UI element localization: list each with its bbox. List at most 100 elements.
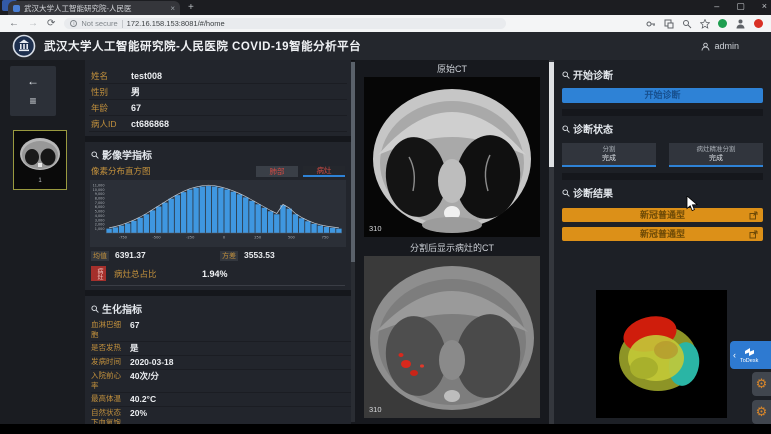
- result-label: 新冠普通型: [640, 210, 685, 220]
- segmented-ct-caption: 分割后显示病灶的CT: [355, 241, 549, 254]
- result-section-label: 诊断结果: [573, 185, 613, 200]
- result-button-2[interactable]: 新冠普通型: [562, 227, 763, 241]
- divider: [562, 173, 763, 180]
- thumbnail-index-label: 1: [38, 178, 41, 184]
- back-arrow-icon[interactable]: ←: [9, 18, 19, 29]
- new-tab-button[interactable]: +: [188, 2, 194, 13]
- refresh-icon[interactable]: ⟳: [47, 18, 55, 29]
- svg-text:8,000: 8,000: [95, 197, 105, 201]
- bio-label: 发病时间: [91, 357, 128, 367]
- side-tool-tile-1[interactable]: ⚙: [752, 372, 771, 396]
- patient-field-label: 年龄: [91, 102, 131, 114]
- address-divider: [122, 20, 123, 28]
- imaging-section-title: 影像学指标: [85, 142, 351, 165]
- magnifier-icon: [562, 125, 570, 133]
- window-maximize-button[interactable]: ▢: [736, 0, 745, 13]
- gear-icon: ⚙: [756, 376, 768, 392]
- svg-text:-250: -250: [186, 236, 195, 240]
- side-tool-tile-2[interactable]: ⚙: [752, 400, 771, 424]
- status-section-title: 诊断状态: [562, 116, 763, 139]
- original-ct-image[interactable]: 310: [364, 77, 540, 237]
- variance-stat: 方差 3553.53: [220, 250, 345, 261]
- bio-value: 40次/分: [130, 371, 159, 381]
- browser-tab[interactable]: 武汉大学人工智能研究院-人民医 ×: [8, 1, 180, 15]
- start-section-title: 开始诊断: [562, 62, 763, 85]
- profile-icon[interactable]: [735, 18, 746, 29]
- not-secure-label: Not secure: [81, 19, 117, 28]
- histogram-chart: 1,0002,0003,0004,0005,0006,0007,0008,000…: [90, 180, 346, 247]
- patient-field-value: 67: [131, 103, 141, 113]
- browser-toolbar: ← → ⟳ i Not secure 172.16.158.153:8081/#…: [0, 15, 771, 32]
- patient-row: 姓名 test008: [89, 68, 347, 84]
- left-rail: ← ≡ 1: [0, 60, 85, 424]
- key-icon[interactable]: [646, 19, 656, 29]
- mean-stat: 均值 6391.37: [91, 250, 216, 261]
- back-icon[interactable]: ←: [27, 75, 39, 87]
- lesion-3d-render[interactable]: [596, 290, 727, 418]
- user-menu[interactable]: admin: [701, 41, 739, 51]
- magnifier-icon: [562, 189, 570, 197]
- status-state: 完成: [709, 154, 723, 163]
- bio-section-label: 生化指标: [102, 301, 142, 316]
- status-lesion-segmentation: 病灶精准分割 完成: [669, 143, 763, 167]
- translate-icon[interactable]: [664, 19, 674, 29]
- svg-text:7,000: 7,000: [95, 201, 105, 205]
- site-info-icon[interactable]: i: [70, 20, 77, 27]
- mean-label: 均值: [91, 251, 109, 261]
- patient-field-label: 姓名: [91, 70, 131, 82]
- bookmark-star-icon[interactable]: [700, 19, 710, 29]
- result-label: 新冠普通型: [640, 229, 685, 239]
- bio-row: 发病时间 2020-03-18: [91, 356, 351, 370]
- result-button-1[interactable]: 新冠普通型: [562, 208, 763, 222]
- segmented-ct-image[interactable]: 310: [364, 256, 540, 418]
- bio-value: 67: [130, 320, 139, 330]
- diagnosis-panel: 开始诊断 开始诊断 诊断状态 分割 完成 病灶精准分割 完成: [554, 60, 771, 424]
- original-ct-caption: 原始CT: [355, 62, 549, 75]
- todesk-widget[interactable]: ‹ ToDesk: [730, 341, 771, 369]
- app-logo-icon: [12, 34, 36, 58]
- start-diagnosis-button[interactable]: 开始诊断: [562, 88, 763, 103]
- collapse-arrow-icon[interactable]: ‹: [733, 350, 736, 360]
- window-close-button[interactable]: ×: [762, 0, 767, 13]
- mouse-cursor: [686, 196, 700, 212]
- bio-row: 血淋巴细胞 67: [91, 319, 351, 342]
- extension-badge-icon[interactable]: [754, 19, 763, 28]
- svg-text:3,000: 3,000: [95, 218, 105, 222]
- rail-toolbox: ← ≡: [10, 66, 56, 116]
- tab-lung[interactable]: 肺部: [256, 166, 298, 177]
- menu-hamburger-icon[interactable]: ≡: [29, 95, 36, 107]
- zoom-icon[interactable]: [682, 19, 692, 29]
- window-minimize-button[interactable]: –: [714, 0, 719, 13]
- tab-close-icon[interactable]: ×: [170, 4, 175, 13]
- start-section-label: 开始诊断: [573, 67, 613, 82]
- magnifier-icon: [562, 71, 570, 79]
- variance-label: 方差: [220, 251, 238, 261]
- bio-row: 最高体温 40.2°C: [91, 393, 351, 407]
- patient-field-label: 病人ID: [91, 118, 131, 130]
- bio-label: 入院前心率: [91, 371, 128, 391]
- bio-value: 2020-03-18: [130, 357, 173, 367]
- status-name: 分割: [603, 146, 616, 154]
- patient-info: 姓名 test008 性别 男 年龄 67 病人ID: [85, 60, 351, 132]
- svg-text:2,000: 2,000: [95, 223, 105, 227]
- address-bar[interactable]: i Not secure 172.16.158.153:8081/#/home: [64, 18, 506, 29]
- svg-text:0: 0: [223, 236, 226, 240]
- main-content: ← ≡ 1 姓名: [0, 60, 771, 424]
- bio-label: 最高体温: [91, 394, 128, 404]
- avatar[interactable]: [718, 19, 727, 28]
- bio-value: 20%: [130, 408, 147, 418]
- svg-text:-750: -750: [119, 236, 128, 240]
- lesion-ratio-value: 1.94%: [202, 269, 228, 279]
- slice-number-bottom: 310: [369, 405, 382, 414]
- ct-thumbnail[interactable]: 1: [13, 130, 67, 190]
- svg-text:4,000: 4,000: [95, 214, 105, 218]
- svg-text:9,000: 9,000: [95, 192, 105, 196]
- status-section-label: 诊断状态: [573, 121, 613, 136]
- forward-arrow-icon[interactable]: →: [28, 18, 38, 29]
- bottom-bar: [0, 424, 771, 434]
- page-title: 武汉大学人工智能研究院-人民医院 COVID-19智能分析平台: [44, 38, 361, 54]
- bio-row: 入院前心率 40次/分: [91, 370, 351, 393]
- todesk-logo-icon: [743, 347, 755, 357]
- imaging-section-label: 影像学指标: [102, 147, 152, 162]
- tab-lesion[interactable]: 病灶: [303, 166, 345, 177]
